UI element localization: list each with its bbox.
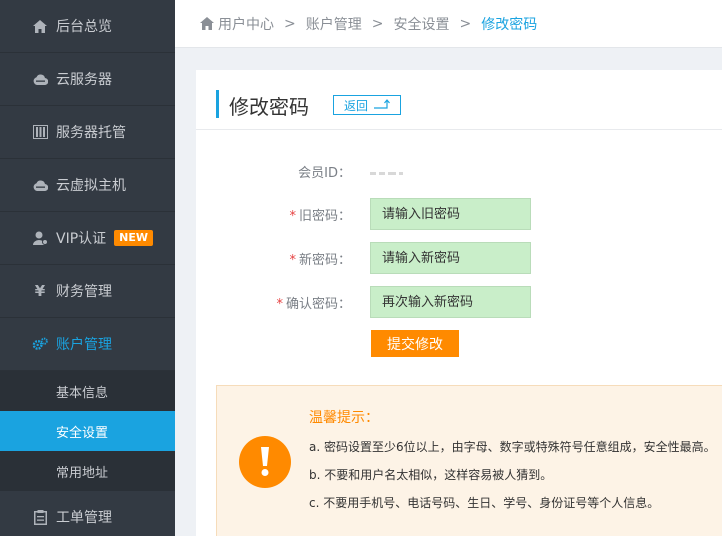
sidebar-item-label: 工单管理 — [56, 510, 112, 526]
old-password-label: * 旧密码： — [289, 208, 351, 224]
sidebar-item-label: 账户管理 — [56, 337, 112, 353]
sidebar-item-label: 云服务器 — [56, 72, 112, 88]
breadcrumb-item-user-center[interactable]: 用户中心 — [218, 14, 274, 34]
back-button[interactable]: 返回 — [333, 95, 401, 115]
breadcrumb: 用户中心 > 账户管理 > 安全设置 > 修改密码 — [175, 0, 722, 48]
submenu-item-security[interactable]: 安全设置 — [0, 411, 175, 451]
new-password-row: * 新密码： — [196, 242, 531, 274]
member-id-row: 会员ID： — [196, 161, 403, 181]
sidebar-item-label: 服务器托管 — [56, 125, 126, 141]
tips-box: 温馨提示： a. 密码设置至少6位以上，由字母、数字或特殊符号任意组成，安全性最… — [216, 385, 722, 536]
submenu-item-addresses[interactable]: 常用地址 — [0, 451, 175, 491]
new-password-input[interactable] — [370, 242, 531, 274]
sidebar-item-label: 财务管理 — [56, 284, 112, 300]
required-mark: * — [276, 296, 283, 312]
sidebar-item-dashboard[interactable]: 后台总览 — [0, 0, 175, 53]
submenu-item-label: 安全设置 — [56, 425, 109, 441]
title-accent-bar — [216, 90, 219, 118]
sidebar-item-vip[interactable]: VIP认证 NEW — [0, 212, 175, 265]
yen-icon: ¥ — [34, 282, 46, 300]
cloud-icon — [32, 71, 48, 87]
confirm-password-row: * 确认密码： — [196, 286, 531, 318]
sidebar: 后台总览 云服务器 服务器托管 云虚拟主机 VIP认证 NEW ¥ 财务管理 账… — [0, 0, 175, 536]
server-icon — [32, 124, 48, 140]
gear-icon — [32, 336, 48, 352]
confirm-password-input[interactable] — [370, 286, 531, 318]
submenu-item-label: 基本信息 — [56, 385, 109, 401]
old-password-row: * 旧密码： — [196, 198, 531, 230]
page-title: 修改密码 — [229, 95, 309, 119]
breadcrumb-item-security[interactable]: 安全设置 — [393, 14, 449, 34]
sidebar-item-label: 云虚拟主机 — [56, 178, 126, 194]
submenu-item-label: 常用地址 — [56, 465, 109, 481]
ticket-icon — [32, 509, 48, 525]
sidebar-item-finance[interactable]: ¥ 财务管理 — [0, 265, 175, 318]
confirm-password-label: * 确认密码： — [276, 296, 351, 312]
breadcrumb-separator: > — [371, 15, 384, 32]
return-arrow-icon — [374, 98, 390, 112]
account-submenu: 基本信息 安全设置 常用地址 — [0, 371, 175, 491]
tips-line: c. 不要用手机号、电话号码、生日、学号、身份证号等个人信息。 — [309, 496, 660, 510]
required-mark: * — [289, 252, 296, 268]
change-password-card: 修改密码 返回 会员ID： * 旧密码： * 新密码： * 确认密码： 提交修改 温 — [196, 70, 722, 536]
old-password-input[interactable] — [370, 198, 531, 230]
tips-title: 温馨提示： — [309, 410, 379, 426]
card-header: 修改密码 返回 — [196, 70, 722, 130]
sidebar-item-label: 后台总览 — [56, 19, 112, 35]
sidebar-item-cloud-server[interactable]: 云服务器 — [0, 53, 175, 106]
warning-icon — [239, 436, 291, 488]
new-password-label: * 新密码： — [289, 252, 351, 268]
user-icon — [32, 230, 48, 246]
home-icon — [200, 17, 214, 30]
sidebar-item-account[interactable]: 账户管理 — [0, 318, 175, 371]
breadcrumb-item-current: 修改密码 — [481, 16, 538, 33]
sidebar-item-virtual-host[interactable]: 云虚拟主机 — [0, 159, 175, 212]
tips-line: b. 不要和用户名太相似，这样容易被人猜到。 — [309, 468, 553, 482]
submit-button[interactable]: 提交修改 — [371, 330, 459, 357]
new-badge: NEW — [114, 230, 154, 246]
sidebar-item-label: VIP认证 — [56, 231, 107, 247]
sidebar-item-tickets[interactable]: 工单管理 — [0, 491, 175, 536]
back-button-label: 返回 — [343, 98, 368, 113]
breadcrumb-separator: > — [284, 15, 296, 32]
tips-line: a. 密码设置至少6位以上，由字母、数字或特殊符号任意组成，安全性最高。 — [309, 440, 716, 454]
required-mark: * — [289, 208, 296, 224]
sidebar-item-server-hosting[interactable]: 服务器托管 — [0, 106, 175, 159]
member-id-value — [370, 166, 420, 178]
member-id-label: 会员ID： — [298, 165, 351, 181]
submenu-item-basic-info[interactable]: 基本信息 — [0, 371, 175, 411]
breadcrumb-item-account[interactable]: 账户管理 — [306, 14, 362, 34]
home-icon — [32, 18, 48, 34]
cloud-icon — [32, 177, 48, 193]
breadcrumb-separator: > — [459, 15, 472, 32]
